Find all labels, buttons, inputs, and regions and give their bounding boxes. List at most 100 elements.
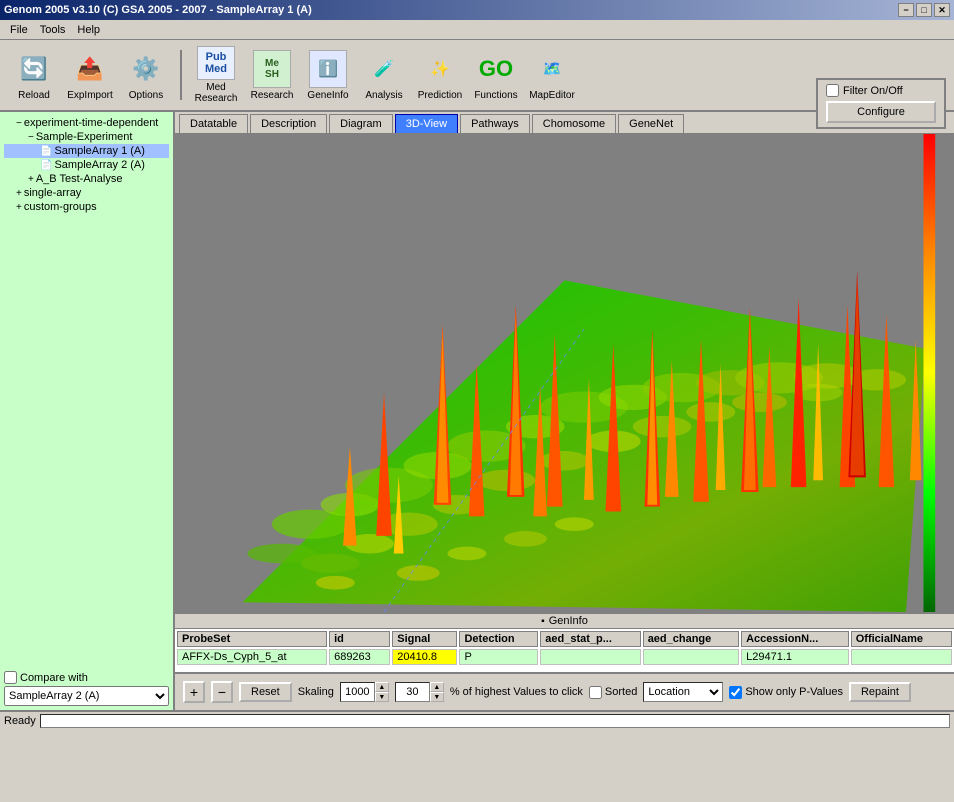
skaling-label: Skaling [298, 686, 334, 698]
reload-icon: 🔄 [15, 50, 53, 88]
functions-label: Functions [474, 90, 517, 101]
location-select[interactable]: Location [643, 682, 723, 702]
cell-official-name [851, 649, 952, 665]
percent-spinner-btns: ▲ ▼ [430, 682, 444, 702]
data-panel-close-icon[interactable]: ▪ [541, 616, 545, 627]
skaling-spinner: 1000 ▲ ▼ [340, 682, 389, 702]
configure-button[interactable]: Configure [826, 101, 936, 123]
percent-label: % of highest Values to click [450, 686, 583, 698]
tree-item-custom[interactable]: + custom-groups [4, 200, 169, 214]
expimport-button[interactable]: 📤 ExpImport [64, 45, 116, 105]
analysis-icon: 🧪 [365, 50, 403, 88]
cell-accession: L29471.1 [741, 649, 849, 665]
show-pvalues-checkbox[interactable] [729, 686, 742, 699]
tree-item-label: A_B Test-Analyse [36, 173, 123, 185]
status-text: Ready [4, 715, 36, 727]
cell-detection: P [459, 649, 538, 665]
show-pvalues-label: Show only P-Values [729, 686, 843, 699]
tab-datatable[interactable]: Datatable [179, 114, 248, 133]
percent-input[interactable] [395, 682, 430, 702]
tab-diagram[interactable]: Diagram [329, 114, 393, 133]
skaling-input[interactable]: 1000 [340, 682, 375, 702]
prediction-label: Prediction [418, 90, 462, 101]
mesh-button[interactable]: MeSH Research [246, 45, 298, 105]
tree-item-label: SampleArray 1 (A) [54, 145, 144, 157]
prediction-button[interactable]: ✨ Prediction [414, 45, 466, 105]
cell-aed-stat [540, 649, 640, 665]
tree-item-experiment[interactable]: − experiment-time-dependent [4, 116, 169, 130]
functions-button[interactable]: GO Functions [470, 45, 522, 105]
menu-bar: File Tools Help [0, 20, 954, 40]
tree-expand-icon: + [28, 174, 34, 185]
percent-up[interactable]: ▲ [430, 682, 444, 692]
tree-item-array2[interactable]: 📄 SampleArray 2 (A) [4, 158, 169, 172]
window-controls: − □ ✕ [898, 3, 950, 17]
col-signal: Signal [392, 631, 457, 647]
tab-description[interactable]: Description [250, 114, 327, 133]
tree-item-sample-exp[interactable]: − Sample-Experiment [4, 130, 169, 144]
menu-tools[interactable]: Tools [34, 22, 72, 38]
toolbar-sep-1 [180, 50, 182, 100]
filter-checkbox[interactable] [826, 84, 839, 97]
compare-label: Compare with [20, 672, 88, 684]
pubmed-button[interactable]: PubMed Med Research [190, 45, 242, 105]
col-official-name: OfficialName [851, 631, 952, 647]
sorted-checkbox[interactable] [589, 686, 602, 699]
tab-genenet[interactable]: GeneNet [618, 114, 684, 133]
tree-item-ab-test[interactable]: + A_B Test-Analyse [4, 172, 169, 186]
status-progress [40, 714, 950, 728]
tab-3dview[interactable]: 3D-View [395, 114, 458, 133]
mesh-icon: MeSH [253, 50, 291, 88]
zoom-in-button[interactable]: + [183, 681, 205, 703]
tab-chomosome[interactable]: Chomosome [532, 114, 616, 133]
menu-help[interactable]: Help [71, 22, 106, 38]
percent-spinner: ▲ ▼ [395, 682, 444, 702]
data-row[interactable]: AFFX-Ds_Cyph_5_at 689263 20410.8 P L2947… [177, 649, 952, 665]
tree-expand-icon: + [16, 188, 22, 199]
cell-aed-change [643, 649, 739, 665]
cell-signal: 20410.8 [392, 649, 457, 665]
status-bar: Ready [0, 710, 954, 730]
mapeditor-button[interactable]: 🗺️ MapEditor [526, 45, 578, 105]
prediction-icon: ✨ [421, 50, 459, 88]
geneinfo-button[interactable]: ℹ️ GeneInfo [302, 45, 354, 105]
zoom-out-button[interactable]: − [211, 681, 233, 703]
close-button[interactable]: ✕ [934, 3, 950, 17]
menu-file[interactable]: File [4, 22, 34, 38]
tree-expand-icon: − [16, 118, 22, 129]
tree-item-array1[interactable]: 📄 SampleArray 1 (A) [4, 144, 169, 158]
repaint-button[interactable]: Repaint [849, 682, 911, 702]
analysis-button[interactable]: 🧪 Analysis [358, 45, 410, 105]
maximize-button[interactable]: □ [916, 3, 932, 17]
reload-label: Reload [18, 90, 50, 101]
skaling-up[interactable]: ▲ [375, 682, 389, 692]
tree-item-single[interactable]: + single-array [4, 186, 169, 200]
mesh-label: Research [251, 90, 294, 101]
filter-label: Filter On/Off [843, 85, 903, 97]
mapeditor-icon: 🗺️ [533, 50, 571, 88]
percent-down[interactable]: ▼ [430, 692, 444, 702]
3d-view-area[interactable] [175, 134, 954, 612]
options-button[interactable]: ⚙️ Options [120, 45, 172, 105]
reload-button[interactable]: 🔄 Reload [8, 45, 60, 105]
tree-item-label: SampleArray 2 (A) [54, 159, 144, 171]
col-accession: AccessionN... [741, 631, 849, 647]
toolbar: 🔄 Reload 📤 ExpImport ⚙️ Options PubMed M… [0, 40, 954, 112]
data-panel: ▪ GenInfo ProbeSet id Signal Detection a… [175, 612, 954, 672]
tree-item-label: experiment-time-dependent [24, 117, 159, 129]
options-icon: ⚙️ [127, 50, 165, 88]
options-label: Options [129, 90, 163, 101]
tab-pathways[interactable]: Pathways [460, 114, 530, 133]
reset-button[interactable]: Reset [239, 682, 292, 702]
minimize-button[interactable]: − [898, 3, 914, 17]
filter-panel: Filter On/Off Configure [816, 78, 946, 129]
data-table: ProbeSet id Signal Detection aed_stat_p.… [175, 629, 954, 667]
compare-select[interactable]: SampleArray 2 (A) [4, 686, 169, 706]
tree-expand-icon: + [16, 202, 22, 213]
compare-checkbox[interactable] [4, 671, 17, 684]
terrain-svg [175, 134, 954, 612]
expimport-icon: 📤 [71, 50, 109, 88]
data-panel-header: ▪ GenInfo [175, 614, 954, 629]
geneinfo-icon: ℹ️ [309, 50, 347, 88]
skaling-down[interactable]: ▼ [375, 692, 389, 702]
